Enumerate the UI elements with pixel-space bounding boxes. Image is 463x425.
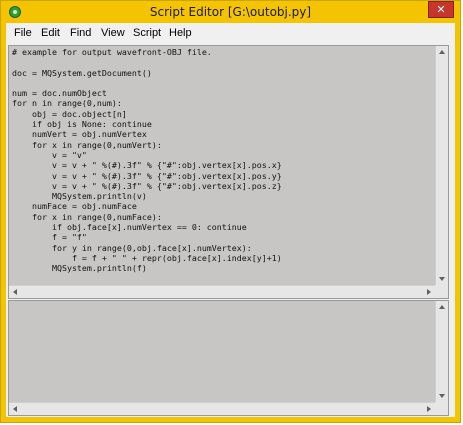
close-button[interactable]: ✕: [428, 1, 454, 18]
code-line: if obj.face[x].numVertex == 0: continue: [12, 222, 247, 233]
title-bar[interactable]: Script Editor [G:\outobj.py] ✕: [1, 1, 460, 23]
code-line: MQSystem.println(v): [12, 191, 147, 202]
code-line: numVert = obj.numVertex: [12, 129, 147, 140]
menu-view[interactable]: View: [101, 27, 125, 39]
code-line: for n in range(0,num):: [12, 98, 122, 109]
scroll-left-arrow-icon[interactable]: [13, 289, 17, 295]
menu-find[interactable]: Find: [70, 27, 91, 39]
code-line: MQSystem.println(f): [12, 263, 147, 274]
scroll-up-arrow-icon[interactable]: [439, 305, 445, 309]
client-area: File Edit Find View Script Help # exampl…: [6, 23, 455, 417]
menu-file[interactable]: File: [14, 27, 32, 39]
code-line: f = "f": [12, 232, 87, 243]
code-line: doc = MQSystem.getDocument(): [12, 67, 152, 78]
code-line: ​: [12, 78, 434, 88]
code-text[interactable]: # example for output wavefront-OBJ file.…: [12, 47, 434, 284]
code-line: ​: [12, 57, 434, 67]
code-editor[interactable]: # example for output wavefront-OBJ file.…: [8, 45, 449, 299]
scroll-down-arrow-icon[interactable]: [439, 394, 445, 398]
scroll-up-arrow-icon[interactable]: [439, 50, 445, 54]
code-line: for x in range(0,numVert):: [12, 139, 162, 150]
code-line: f = f + " " + repr(obj.face[x].index[y]+…: [12, 252, 282, 263]
output-horizontal-scrollbar[interactable]: [9, 402, 435, 415]
script-editor-window: Script Editor [G:\outobj.py] ✕ File Edit…: [0, 0, 461, 423]
output-vertical-scrollbar[interactable]: [435, 301, 448, 402]
editor-horizontal-scrollbar[interactable]: [9, 285, 435, 298]
code-line: v = v + " %(#).3f" % {"#":obj.vertex[x].…: [12, 160, 282, 171]
code-line: v = v + " %(#).3f" % {"#":obj.vertex[x].…: [12, 170, 282, 181]
menu-help[interactable]: Help: [169, 27, 192, 39]
scroll-left-arrow-icon[interactable]: [13, 406, 17, 412]
code-line: num = doc.numObject: [12, 88, 107, 99]
scroll-corner: [435, 285, 448, 298]
menu-script[interactable]: Script: [133, 27, 161, 39]
output-console[interactable]: [8, 300, 449, 416]
code-line: # example for output wavefront-OBJ file.: [12, 47, 212, 57]
menu-edit[interactable]: Edit: [41, 27, 60, 39]
window-title: Script Editor [G:\outobj.py]: [149, 5, 312, 19]
code-line: for x in range(0,numFace):: [12, 211, 162, 222]
code-line: v = "v": [12, 149, 87, 160]
scroll-down-arrow-icon[interactable]: [439, 277, 445, 281]
code-line: obj = doc.object[n]: [12, 108, 127, 119]
code-line: for y in range(0,obj.face[x].numVertex):: [12, 242, 252, 253]
editor-vertical-scrollbar[interactable]: [435, 46, 448, 285]
scroll-right-arrow-icon[interactable]: [427, 289, 431, 295]
code-line: if obj is None: continue: [12, 119, 152, 130]
scroll-right-arrow-icon[interactable]: [427, 406, 431, 412]
code-line: numFace = obj.numFace: [12, 201, 137, 212]
code-line: v = v + " %(#).3f" % {"#":obj.vertex[x].…: [12, 180, 282, 191]
scroll-corner: [435, 402, 448, 415]
menu-bar: File Edit Find View Script Help: [6, 23, 455, 43]
